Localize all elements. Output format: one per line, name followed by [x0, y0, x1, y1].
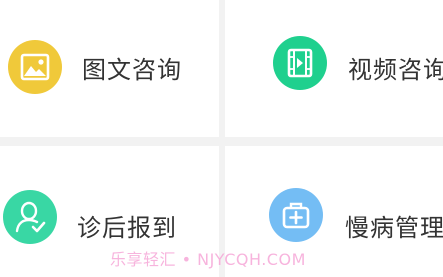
image-icon — [8, 40, 62, 94]
video-film-icon — [273, 36, 327, 90]
medical-kit-icon — [269, 188, 323, 242]
menu-item-label: 视频咨询 — [348, 56, 443, 84]
menu-item-image-text-consult[interactable]: 图文咨询 — [0, 0, 219, 137]
patient-check-icon — [3, 190, 57, 244]
menu-item-label: 诊后报到 — [77, 214, 177, 242]
menu-item-label: 慢病管理 — [345, 214, 443, 242]
watermark: 乐享轻汇 • NJYCQH.COM — [110, 250, 306, 269]
menu-item-label: 图文咨询 — [82, 56, 182, 84]
service-grid: 图文咨询 视频咨询 诊后报到 慢病管理 乐享轻汇 • NJYCQH.COM — [0, 0, 443, 277]
menu-item-video-consult[interactable]: 视频咨询 — [225, 0, 443, 137]
